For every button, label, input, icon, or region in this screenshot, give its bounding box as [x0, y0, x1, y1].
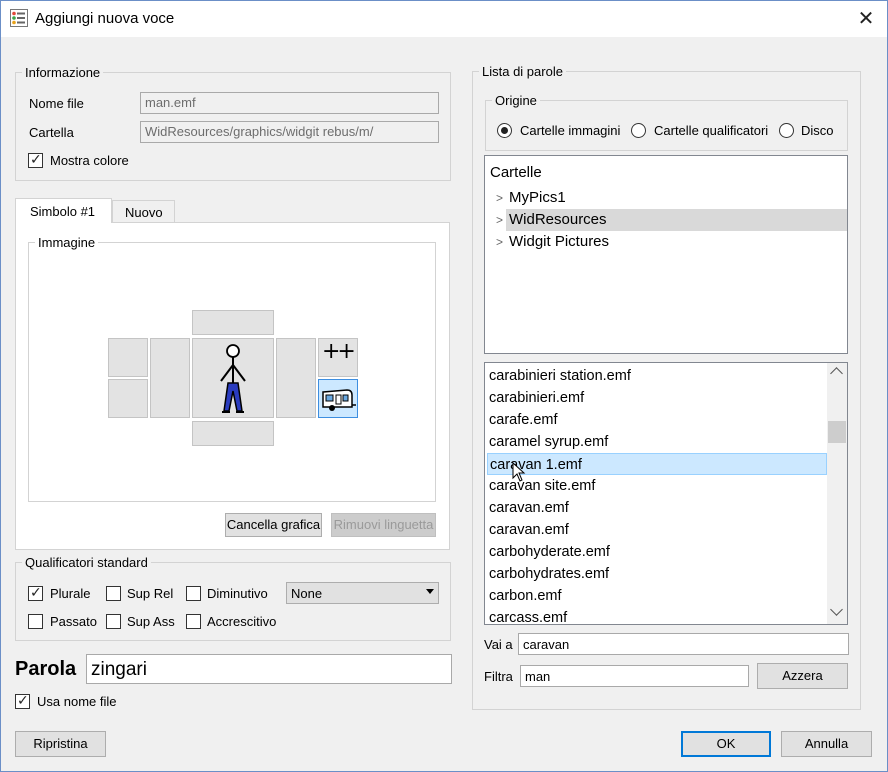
show-color-label: Mostra colore [50, 153, 129, 168]
ok-button[interactable]: OK [681, 731, 771, 757]
sup-ass-label: Sup Ass [127, 614, 175, 629]
folder-tree: Cartelle > MyPics1 > WidResources > Widg… [484, 155, 848, 354]
tree-item-widgit-pictures[interactable]: > Widgit Pictures [490, 231, 847, 253]
origin-label-disk: Disco [801, 123, 834, 138]
file-list-item[interactable]: carbohydrates.emf [487, 563, 827, 585]
tab-symbol-1-label: Simbolo #1 [30, 204, 96, 219]
symbol-cell-left-top[interactable] [108, 338, 148, 377]
use-filename-label: Usa nome file [37, 694, 117, 709]
augmentative-label: Accrescitivo [207, 614, 277, 629]
file-list-item[interactable]: carabinieri.emf [487, 387, 827, 409]
caravan-cell[interactable] [318, 379, 358, 418]
diminutive-label: Diminutivo [207, 586, 268, 601]
plus-plus-cell[interactable]: ++ [318, 338, 358, 377]
qualifier-select-value: None [291, 586, 323, 601]
remove-tab-button[interactable]: Rimuovi linguetta [331, 513, 436, 537]
symbol-cell-right-inner[interactable] [276, 338, 316, 418]
plus-plus-icon: ++ [322, 339, 356, 364]
file-list-item[interactable]: carbohyderate.emf [487, 541, 827, 563]
file-list-item[interactable]: carcass.emf [487, 607, 827, 624]
show-color-checkbox[interactable] [28, 152, 43, 168]
use-filename-checkbox[interactable] [15, 693, 30, 709]
close-button[interactable]: ✕ [845, 1, 887, 37]
tree-item-mypics1[interactable]: > MyPics1 [490, 187, 847, 209]
qualifier-select[interactable]: None [286, 582, 439, 604]
goto-label: Vai a [484, 637, 513, 652]
folder-tree-header: Cartelle [490, 164, 542, 181]
symbol-cell-left-bottom[interactable] [108, 379, 148, 418]
symbol-cell-main[interactable] [192, 338, 274, 418]
expand-chevron-icon[interactable]: > [496, 231, 503, 253]
plural-checkbox[interactable] [28, 585, 43, 601]
file-list-item[interactable]: carafe.emf [487, 409, 827, 431]
file-list-item[interactable]: carabinieri station.emf [487, 365, 827, 387]
origin-legend: Origine [492, 93, 540, 108]
tab-new[interactable]: Nuovo [112, 200, 175, 222]
origin-label-images: Cartelle immagini [520, 123, 621, 138]
tree-item-widresources[interactable]: > WidResources [490, 209, 847, 231]
symbol-cell-top[interactable] [192, 310, 274, 335]
file-list-item[interactable]: carbon.emf [487, 585, 827, 607]
wordlist-legend: Lista di parole [479, 64, 566, 79]
caravan-icon [322, 389, 356, 411]
file-list-item[interactable]: caravan site.emf [487, 475, 827, 497]
tree-item-label: MyPics1 [509, 189, 566, 206]
reset-filter-button[interactable]: Azzera [757, 663, 848, 689]
plural-label: Plurale [50, 586, 91, 601]
augmentative-checkbox[interactable] [186, 614, 201, 629]
filename-label: Nome file [29, 96, 84, 111]
dropdown-arrow-icon [426, 589, 434, 594]
word-input[interactable]: zingari [86, 654, 452, 684]
file-list-item[interactable]: caravan.emf [487, 519, 827, 541]
file-list-scrollbar[interactable] [827, 363, 847, 624]
mouse-cursor-icon [512, 462, 526, 482]
past-label: Passato [50, 614, 97, 629]
origin-label-qualifiers: Cartelle qualificatori [654, 123, 769, 138]
image-legend: Immagine [35, 235, 99, 250]
diminutive-checkbox[interactable] [186, 586, 201, 601]
sup-ass-checkbox[interactable] [106, 614, 121, 629]
symbol-cell-bottom[interactable] [192, 421, 274, 446]
folder-label: Cartella [29, 125, 74, 140]
tree-item-label: WidResources [509, 211, 607, 228]
qualifiers-legend: Qualificatori standard [22, 555, 151, 570]
cancel-button[interactable]: Annulla [781, 731, 872, 757]
origin-radio-qualifiers[interactable] [631, 123, 646, 138]
sup-rel-label: Sup Rel [127, 586, 174, 601]
file-list-item[interactable]: caramel syrup.emf [487, 431, 827, 453]
scroll-thumb[interactable] [828, 421, 846, 443]
window-title: Aggiungi nuova voce [35, 10, 175, 27]
symbol-cell-left-inner[interactable] [150, 338, 190, 418]
past-checkbox[interactable] [28, 614, 43, 629]
sup-rel-checkbox[interactable] [106, 586, 121, 601]
app-icon [10, 9, 28, 27]
filter-input[interactable]: man [520, 665, 749, 687]
filename-field[interactable]: man.emf [140, 92, 439, 114]
folder-field[interactable]: WidResources/graphics/widgit rebus/m/ [140, 121, 439, 143]
word-label: Parola [15, 658, 77, 680]
file-list[interactable]: carabinieri station.emf carabinieri.emf … [484, 362, 848, 625]
file-list-item[interactable]: caravan.emf [487, 497, 827, 519]
info-legend: Informazione [22, 65, 104, 80]
tab-new-label: Nuovo [125, 205, 163, 220]
file-list-item-selected[interactable]: caravan 1.emf [487, 453, 827, 475]
origin-radio-images[interactable] [497, 123, 512, 138]
expand-chevron-icon[interactable]: > [496, 187, 503, 209]
tree-item-label: Widgit Pictures [509, 233, 610, 250]
man-symbol-icon [220, 344, 246, 413]
clear-graphic-button[interactable]: Cancella grafica [225, 513, 322, 537]
origin-radio-disk[interactable] [779, 123, 794, 138]
tab-symbol-1[interactable]: Simbolo #1 [15, 198, 112, 223]
filter-label: Filtra [484, 669, 513, 684]
goto-input[interactable]: caravan [518, 633, 849, 655]
expand-chevron-icon[interactable]: > [496, 209, 503, 231]
restore-button[interactable]: Ripristina [15, 731, 106, 757]
